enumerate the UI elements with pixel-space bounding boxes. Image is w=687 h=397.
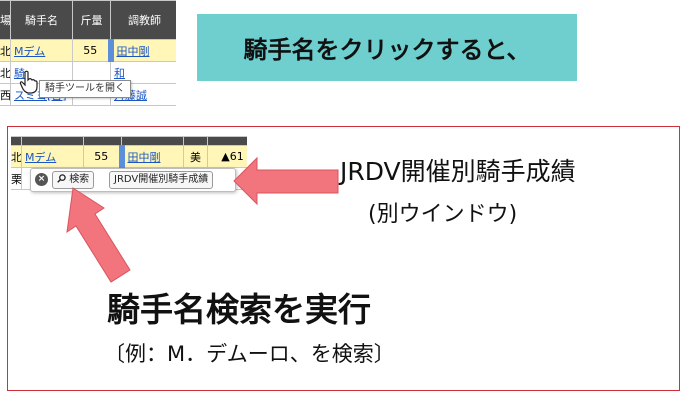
jrdv-annotation-title: JRDV開催別騎手成績 [340, 157, 576, 186]
arrow-to-search-button [66, 187, 131, 283]
arrow-to-jrdv-button [233, 156, 339, 206]
search-annotation-example: 〔例：M．デムーロ、を検索〕 [104, 342, 395, 366]
jrdv-annotation-subtitle: (別ウインドウ) [368, 202, 518, 227]
search-annotation-title: 騎手名検索を実行 [107, 290, 371, 329]
